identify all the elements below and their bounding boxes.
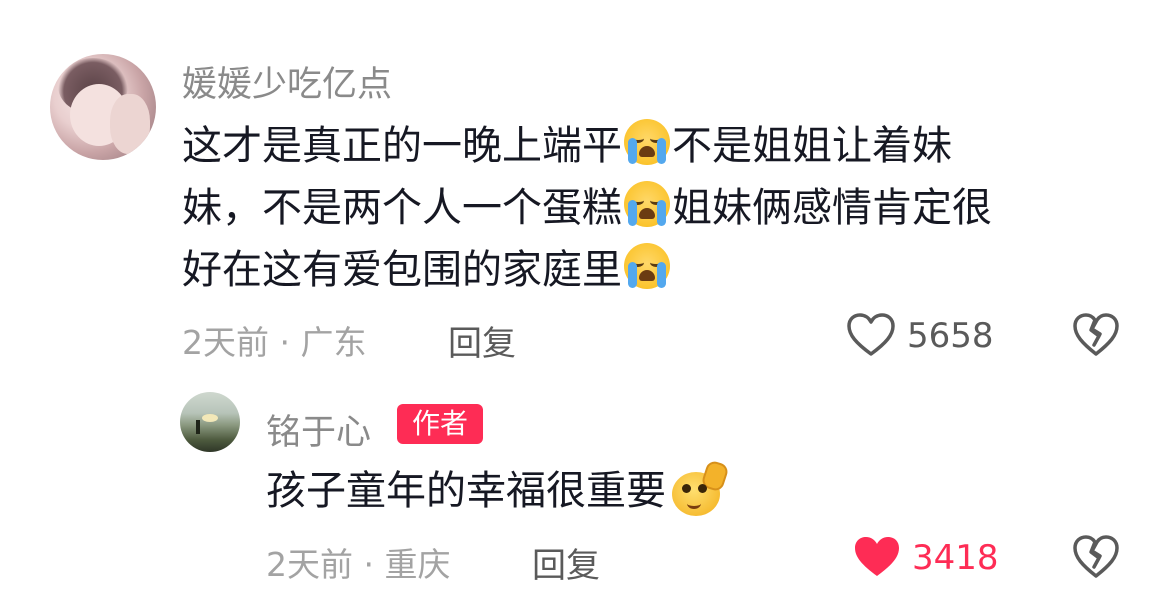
liked-heart-icon[interactable]: [852, 534, 902, 580]
reply-like-count: 3418: [912, 538, 999, 578]
reply-text: 孩子童年的幸福很重要: [266, 459, 730, 522]
comment-text-line-2: 妹，不是两个人一个蛋糕 姐妹俩感情肯定很: [182, 177, 992, 239]
thumbs-up-face-icon: [670, 459, 730, 516]
reply-username[interactable]: 铭于心: [266, 404, 371, 455]
dislike-icon[interactable]: [1072, 312, 1120, 358]
crying-face-icon: [624, 243, 670, 289]
reply-avatar[interactable]: [180, 392, 240, 452]
crying-face-icon: [624, 119, 670, 165]
avatar[interactable]: [50, 54, 156, 160]
reply-button[interactable]: 回复: [448, 316, 516, 365]
like-icon[interactable]: [846, 312, 896, 358]
crying-face-icon: [624, 181, 670, 227]
comment-text-line-3: 好在这有爱包围的家庭里: [182, 239, 672, 301]
reply-dislike-icon[interactable]: [1072, 534, 1120, 580]
reply-reply-button[interactable]: 回复: [532, 538, 600, 587]
author-badge: 作者: [397, 404, 483, 444]
comment-text-line-1: 这才是真正的一晚上端平 不是姐姐让着妹: [182, 115, 952, 177]
like-count: 5658: [907, 316, 994, 356]
comment-meta: 2天前 · 广东: [182, 323, 367, 362]
reply-meta: 2天前 · 重庆: [266, 545, 451, 584]
comment-username[interactable]: 媛媛少吃亿点: [182, 56, 392, 107]
